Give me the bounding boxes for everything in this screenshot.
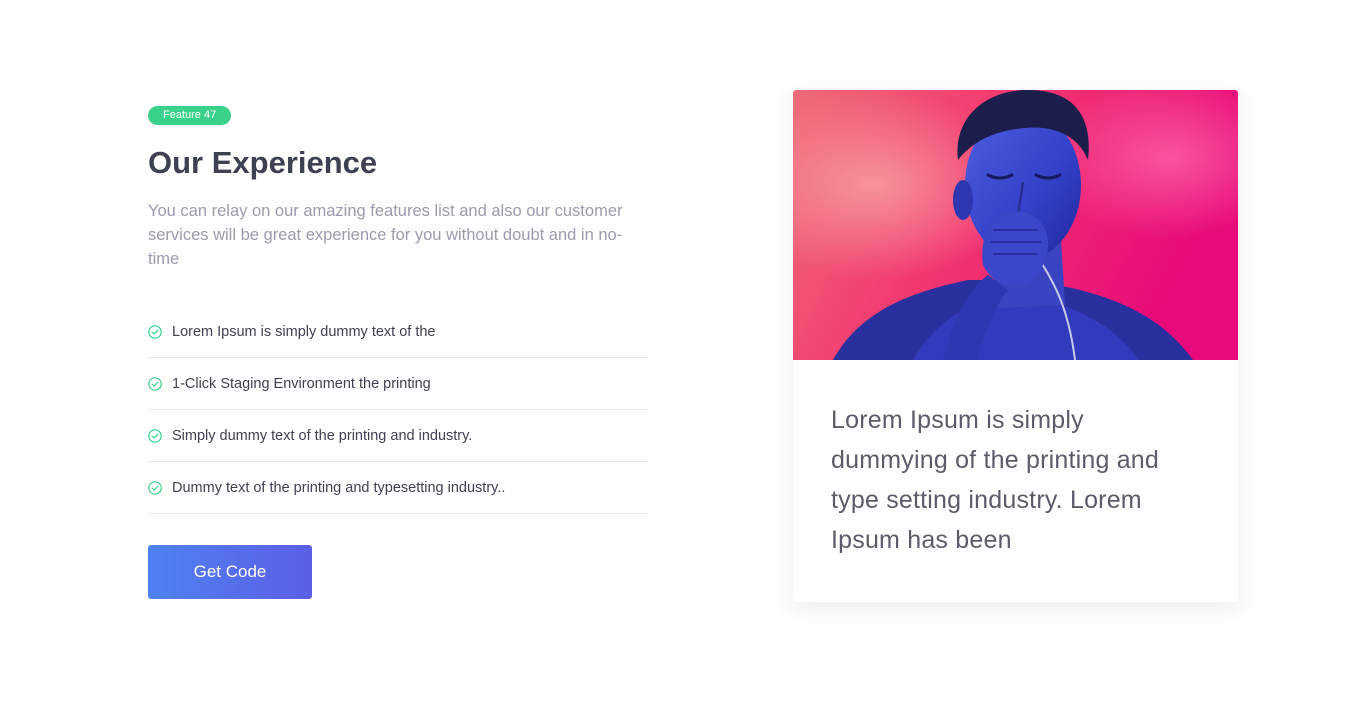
feature-text: Simply dummy text of the printing and in…: [172, 427, 473, 444]
testimonial-card: Lorem Ipsum is simply dummying of the pr…: [793, 90, 1238, 602]
feature-item: Simply dummy text of the printing and in…: [148, 410, 648, 462]
card-text: Lorem Ipsum is simply dummying of the pr…: [831, 406, 1160, 554]
check-circle-icon: [148, 324, 162, 339]
get-code-button[interactable]: Get Code: [148, 545, 312, 599]
feature-section: Feature 47 Our Experience You can relay …: [148, 105, 648, 599]
check-circle-icon: [148, 376, 162, 391]
singer-photo: [793, 90, 1238, 360]
feature-item: Lorem Ipsum is simply dummy text of the: [148, 306, 648, 358]
section-title: Our Experience: [148, 145, 378, 180]
feature-text: Lorem Ipsum is simply dummy text of the: [172, 323, 436, 340]
check-circle-icon: [148, 428, 162, 443]
page: Feature 47 Our Experience You can relay …: [0, 0, 1366, 721]
feature-text: 1-Click Staging Environment the printing: [172, 375, 431, 392]
feature-text: Dummy text of the printing and typesetti…: [172, 479, 506, 496]
feature-list: Lorem Ipsum is simply dummy text of the …: [148, 306, 648, 514]
check-circle-icon: [148, 480, 162, 495]
feature-item: Dummy text of the printing and typesetti…: [148, 462, 648, 514]
feature-badge: Feature 47: [148, 106, 232, 125]
feature-item: 1-Click Staging Environment the printing: [148, 358, 648, 410]
section-description: You can relay on our amazing features li…: [148, 202, 623, 268]
